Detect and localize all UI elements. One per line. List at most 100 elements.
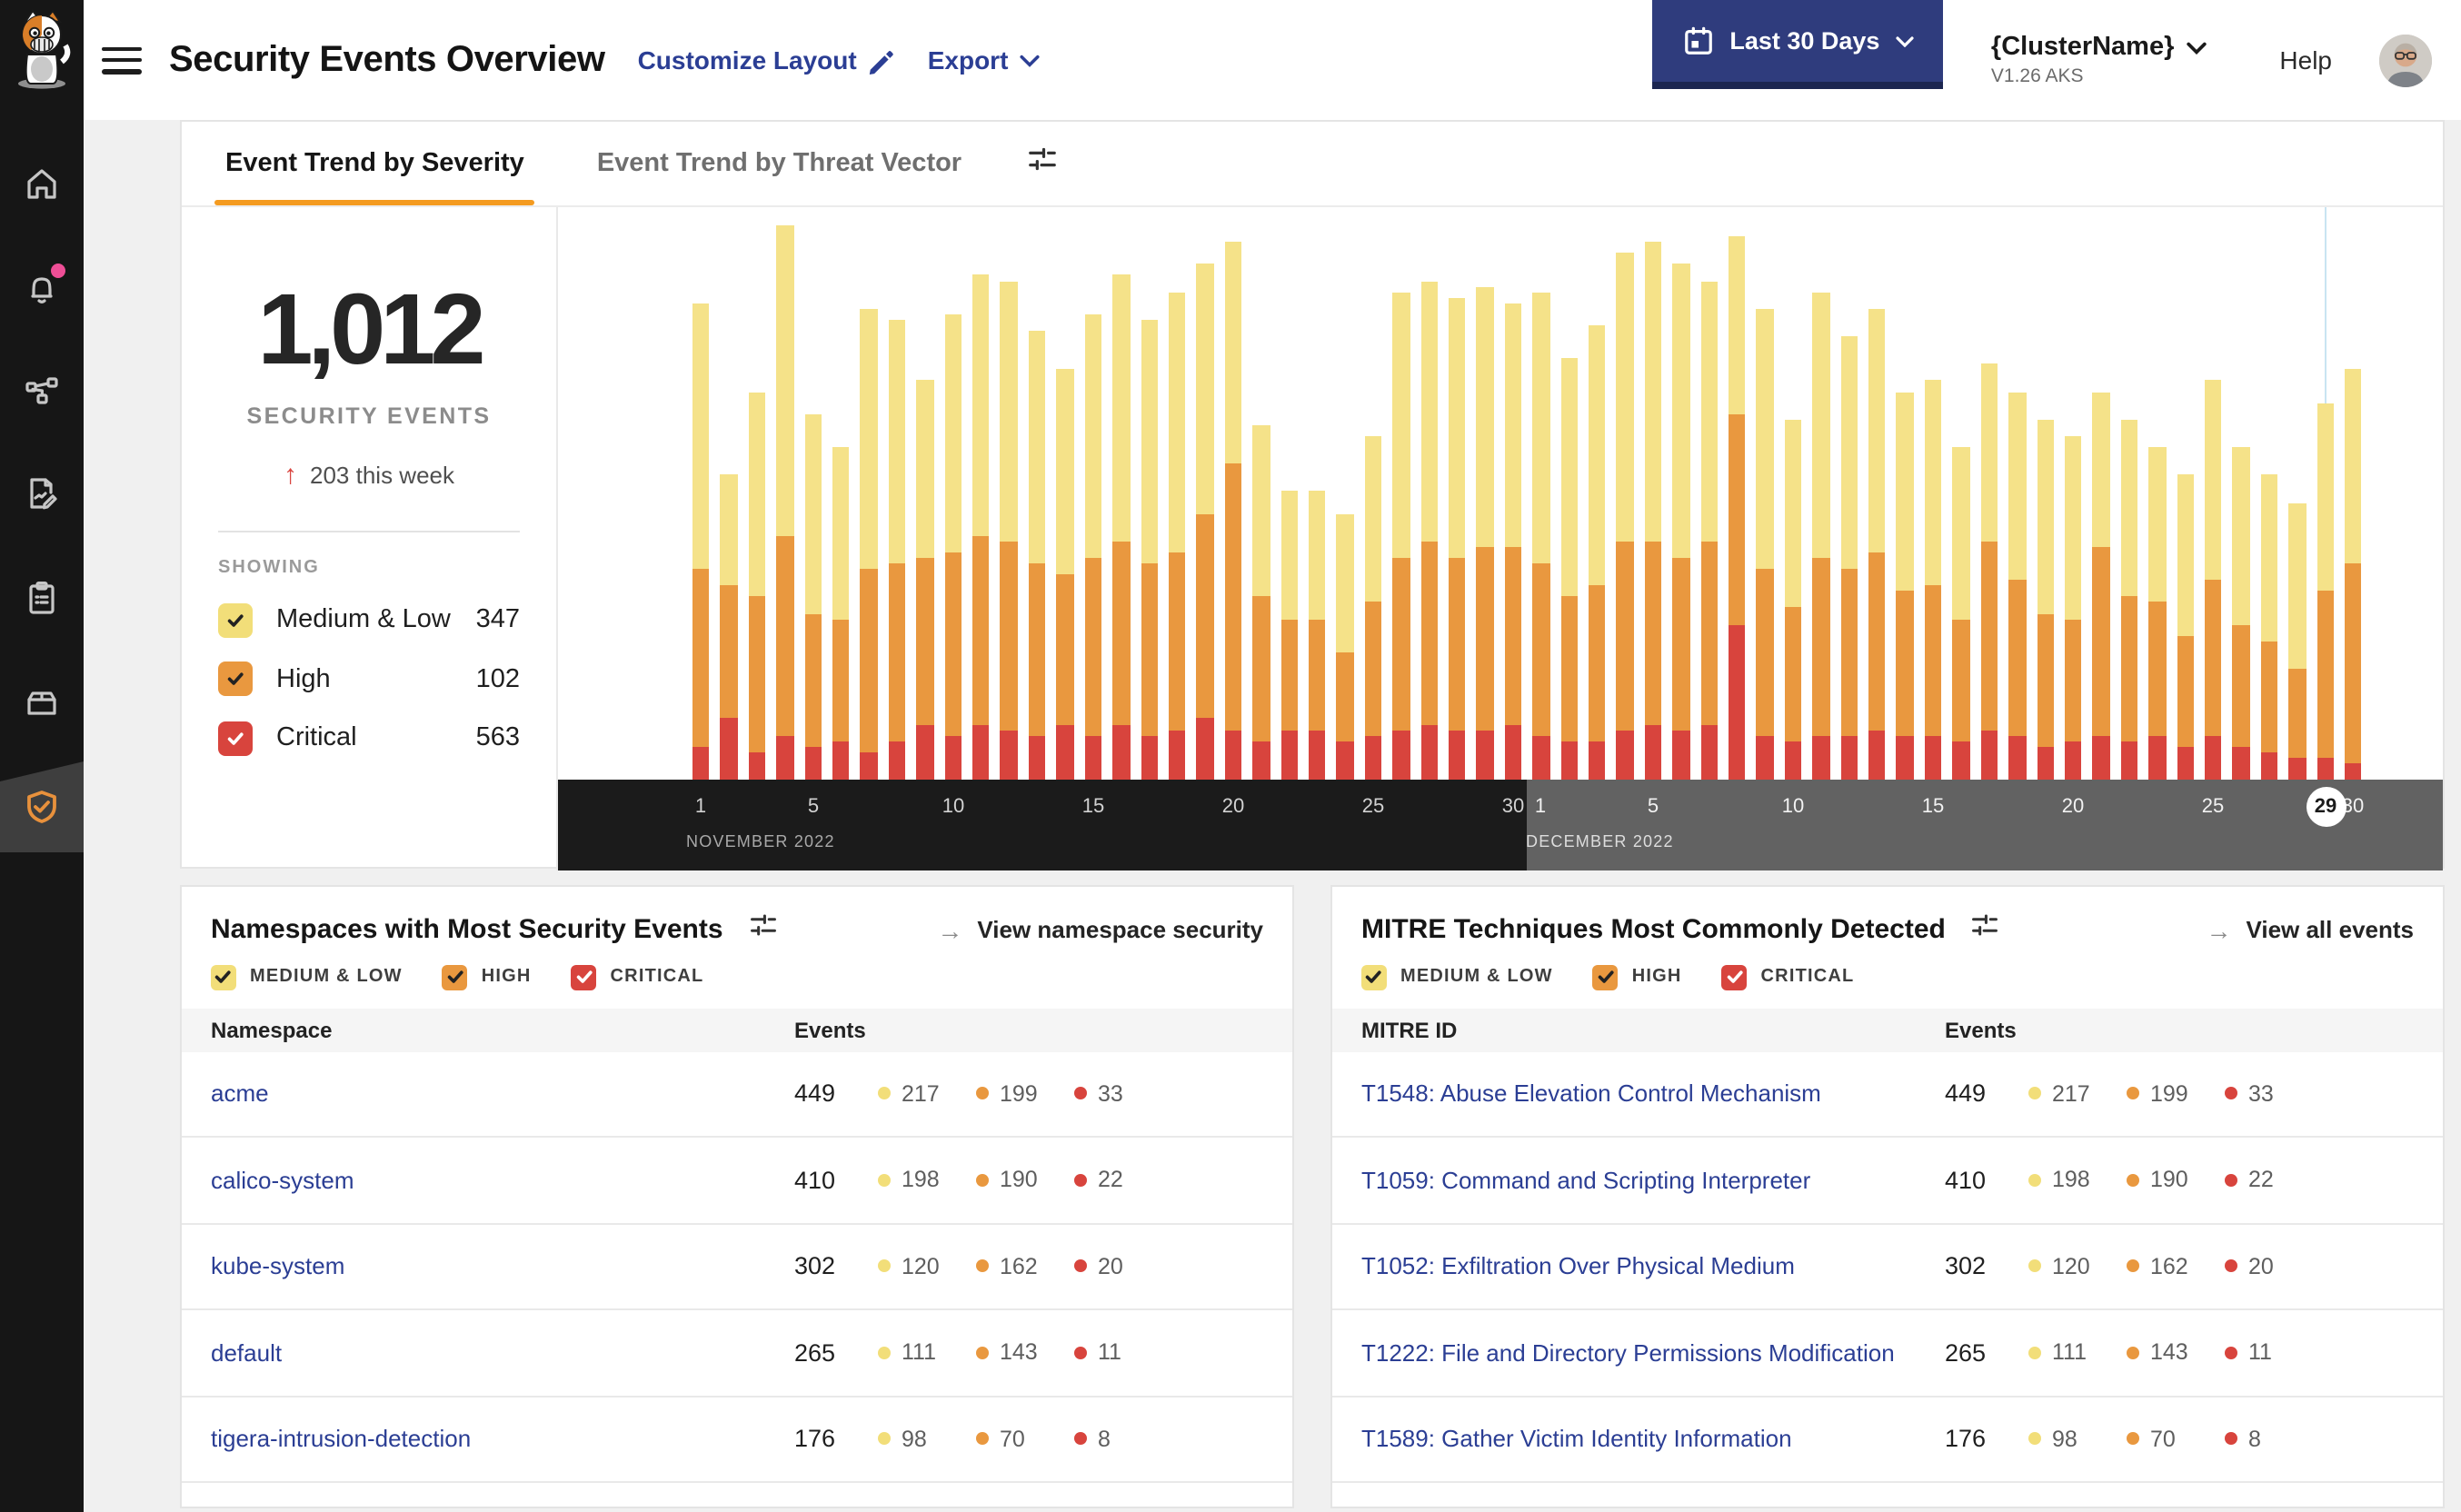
chart-bar[interactable] bbox=[1616, 225, 1634, 780]
mitre-settings-icon[interactable] bbox=[1971, 910, 2000, 949]
chart-bar[interactable] bbox=[944, 225, 962, 780]
customize-layout-link[interactable]: Customize Layout bbox=[638, 45, 895, 75]
chart-bar[interactable] bbox=[1196, 225, 1214, 780]
chart-bar[interactable] bbox=[2260, 225, 2278, 780]
chart-bar[interactable] bbox=[1448, 225, 1466, 780]
menu-button[interactable] bbox=[102, 46, 142, 74]
chart-bar[interactable] bbox=[2344, 225, 2362, 780]
chart-bar[interactable] bbox=[1589, 225, 1606, 780]
chart-bar[interactable] bbox=[804, 225, 822, 780]
chart-bar[interactable] bbox=[776, 225, 794, 780]
chart-bar[interactable] bbox=[2148, 225, 2167, 780]
chart-bar[interactable] bbox=[1504, 225, 1522, 780]
chart-bar[interactable] bbox=[1084, 225, 1102, 780]
sidebar-item-threat-defense[interactable] bbox=[0, 761, 84, 852]
namespaces-settings-icon[interactable] bbox=[749, 910, 778, 949]
high-checkbox[interactable] bbox=[218, 662, 253, 696]
chart-bar[interactable] bbox=[1224, 225, 1242, 780]
chart-bar[interactable] bbox=[916, 225, 934, 780]
chip-critical[interactable]: CRITICAL bbox=[1721, 965, 1855, 990]
export-button[interactable]: Export bbox=[928, 45, 1040, 75]
chart-bar[interactable] bbox=[2232, 225, 2250, 780]
chart-bar[interactable] bbox=[1364, 225, 1382, 780]
chart-bar[interactable] bbox=[1392, 225, 1410, 780]
chart-bar[interactable] bbox=[2317, 225, 2334, 780]
chart-bar[interactable] bbox=[1112, 225, 1130, 780]
chart-bar[interactable] bbox=[832, 225, 850, 780]
chart-bar[interactable] bbox=[1784, 225, 1802, 780]
row-link[interactable]: T1548: Abuse Elevation Control Mechanism bbox=[1361, 1080, 1945, 1108]
chart-bar[interactable] bbox=[1756, 225, 1774, 780]
chart-bar[interactable] bbox=[1644, 225, 1662, 780]
chart-bar[interactable] bbox=[2177, 225, 2194, 780]
sidebar-item-alerts[interactable] bbox=[0, 253, 84, 322]
chart-bar[interactable] bbox=[720, 225, 738, 780]
chart-bar[interactable] bbox=[2120, 225, 2138, 780]
row-link[interactable]: tigera-intrusion-detection bbox=[211, 1426, 794, 1453]
chart-bar[interactable] bbox=[1476, 225, 1494, 780]
chip-critical[interactable]: CRITICAL bbox=[571, 965, 704, 990]
help-link[interactable]: Help bbox=[2279, 45, 2332, 75]
chart-bar[interactable] bbox=[1056, 225, 1074, 780]
chart-bar[interactable] bbox=[1729, 225, 1746, 780]
chart-bar[interactable] bbox=[1252, 225, 1270, 780]
row-link[interactable]: T1589: Gather Victim Identity Informatio… bbox=[1361, 1426, 1945, 1453]
view-namespace-security-link[interactable]: → View namespace security bbox=[937, 915, 1263, 944]
chart-bar[interactable] bbox=[1336, 225, 1354, 780]
chart-bar[interactable] bbox=[2037, 225, 2054, 780]
calico-cat-logo[interactable] bbox=[5, 7, 78, 91]
row-link[interactable]: T1222: File and Directory Permissions Mo… bbox=[1361, 1339, 1945, 1367]
chart-bar[interactable] bbox=[1812, 225, 1830, 780]
chart-bar[interactable] bbox=[1840, 225, 1858, 780]
sidebar-item-reports[interactable] bbox=[0, 460, 84, 529]
chart-bar[interactable] bbox=[1672, 225, 1690, 780]
chart-bar[interactable] bbox=[2064, 225, 2082, 780]
row-link[interactable]: default bbox=[211, 1339, 794, 1367]
chip-high[interactable]: HIGH bbox=[1592, 965, 1682, 990]
chart-bar[interactable] bbox=[1308, 225, 1326, 780]
chart-bar[interactable] bbox=[1980, 225, 1998, 780]
user-avatar[interactable] bbox=[2379, 34, 2432, 86]
row-link[interactable]: calico-system bbox=[211, 1167, 794, 1194]
chip-medium-low[interactable]: MEDIUM & LOW bbox=[1361, 965, 1553, 990]
view-all-events-link[interactable]: → View all events bbox=[2206, 915, 2414, 944]
row-link[interactable]: T1052: Exfiltration Over Physical Medium bbox=[1361, 1253, 1945, 1280]
chart-bar[interactable] bbox=[1924, 225, 1942, 780]
chart-bar[interactable] bbox=[1028, 225, 1046, 780]
date-range-button[interactable]: Last 30 Days bbox=[1652, 0, 1944, 89]
chart-bar[interactable] bbox=[2008, 225, 2026, 780]
chart-bar[interactable] bbox=[1168, 225, 1186, 780]
chart-bar[interactable] bbox=[1896, 225, 1914, 780]
chart-bar[interactable] bbox=[1420, 225, 1438, 780]
chart-bar[interactable] bbox=[1280, 225, 1298, 780]
tab-event-trend-severity[interactable]: Event Trend by Severity bbox=[214, 122, 536, 205]
chart-bar[interactable] bbox=[888, 225, 906, 780]
chart-bar[interactable] bbox=[1700, 225, 1719, 780]
row-link[interactable]: T1059: Command and Scripting Interpreter bbox=[1361, 1167, 1945, 1194]
chart-bar[interactable] bbox=[1141, 225, 1158, 780]
medium-low-checkbox[interactable] bbox=[218, 602, 253, 637]
chart-bar[interactable] bbox=[972, 225, 990, 780]
tab-event-trend-threat-vector[interactable]: Event Trend by Threat Vector bbox=[586, 122, 972, 205]
chip-medium-low[interactable]: MEDIUM & LOW bbox=[211, 965, 403, 990]
chart-bar[interactable] bbox=[1000, 225, 1018, 780]
chart-bar[interactable] bbox=[692, 225, 710, 780]
chart-bar[interactable] bbox=[860, 225, 878, 780]
sidebar-item-home[interactable] bbox=[0, 149, 84, 218]
chip-high[interactable]: HIGH bbox=[442, 965, 532, 990]
chart-bar[interactable] bbox=[2288, 225, 2307, 780]
sidebar-item-service-graph[interactable] bbox=[0, 356, 84, 425]
chart-bar[interactable] bbox=[1868, 225, 1886, 780]
critical-checkbox[interactable] bbox=[218, 721, 253, 755]
chart-bar[interactable] bbox=[1952, 225, 1970, 780]
row-link[interactable]: acme bbox=[211, 1080, 794, 1108]
chart-bar[interactable] bbox=[1532, 225, 1550, 780]
chart-bar[interactable] bbox=[1560, 225, 1578, 780]
trend-settings-icon[interactable] bbox=[1027, 144, 1058, 184]
chart-bar[interactable] bbox=[2204, 225, 2222, 780]
chart-bar[interactable] bbox=[2092, 225, 2110, 780]
chart-bar[interactable] bbox=[748, 225, 766, 780]
cluster-selector[interactable]: {ClusterName} V1.26 AKS bbox=[1991, 33, 2207, 87]
sidebar-item-compliance[interactable] bbox=[0, 563, 84, 632]
sidebar-item-workloads[interactable] bbox=[0, 667, 84, 736]
